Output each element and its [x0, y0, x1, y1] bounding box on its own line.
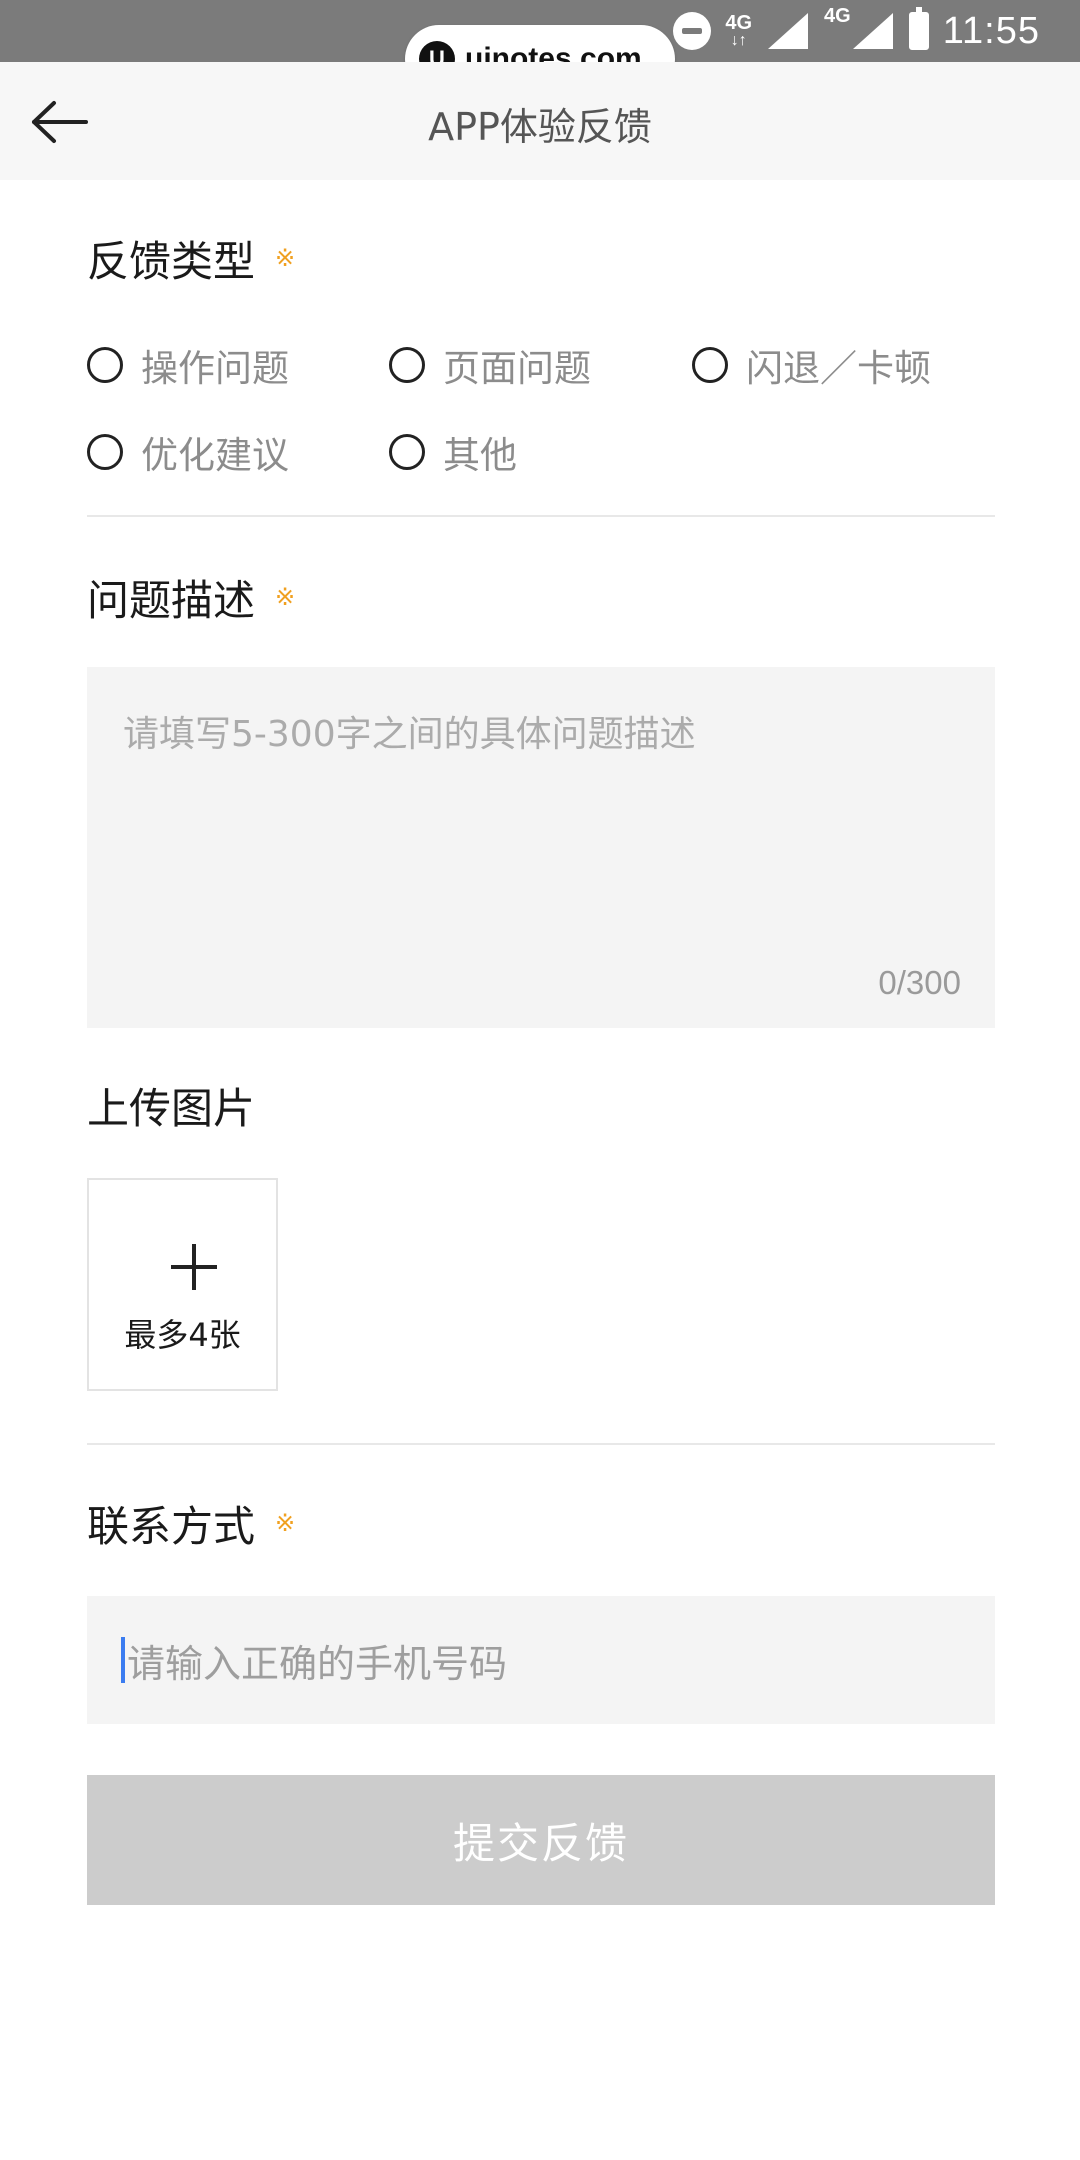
text-caret	[121, 1637, 125, 1683]
radio-label: 闪退／卡顿	[746, 347, 931, 390]
radio-option-suggestion[interactable]: 优化建议	[87, 425, 289, 479]
required-mark: ※	[275, 244, 296, 272]
plus-icon	[171, 1244, 217, 1290]
radio-label: 页面问题	[443, 347, 591, 390]
do-not-disturb-icon	[673, 12, 712, 50]
phone-placeholder: 请输入正确的手机号码	[127, 1641, 508, 1686]
description-title: 问题描述 ※	[87, 567, 295, 628]
signal-icon	[768, 13, 809, 49]
radio-label: 操作问题	[141, 347, 289, 390]
radio-label: 优化建议	[141, 434, 289, 477]
upload-title: 上传图片	[87, 1075, 255, 1136]
radio-circle[interactable]	[692, 347, 728, 383]
description-placeholder: 请填写5-300字之间的具体问题描述	[123, 714, 696, 755]
divider	[87, 515, 995, 517]
add-image-button[interactable]: 最多4张	[87, 1178, 278, 1391]
radio-option-crash[interactable]: 闪退／卡顿	[692, 338, 931, 392]
radio-circle[interactable]	[389, 347, 425, 383]
signal-icon-2	[852, 13, 893, 49]
required-mark: ※	[275, 583, 296, 611]
radio-circle[interactable]	[87, 434, 123, 470]
radio-circle[interactable]	[87, 347, 123, 383]
network-type-1: 4G ↓↑	[725, 13, 752, 49]
battery-icon	[908, 7, 929, 50]
required-mark: ※	[275, 1509, 296, 1537]
upload-label: 上传图片	[87, 1084, 256, 1133]
radio-option-operation[interactable]: 操作问题	[87, 338, 289, 392]
divider	[87, 1443, 995, 1445]
submit-button[interactable]: 提交反馈	[87, 1775, 995, 1905]
status-icons: 4G ↓↑ 4G 11:55	[673, 0, 1040, 62]
radio-label: 其他	[443, 434, 517, 477]
radio-circle[interactable]	[389, 434, 425, 470]
description-label: 问题描述	[87, 576, 256, 625]
page-title: APP体验反馈	[428, 105, 652, 149]
data-arrows-icon: ↓↑	[730, 32, 747, 49]
network-label-1: 4G	[725, 12, 753, 34]
network-type-2: 4G	[824, 6, 851, 26]
phone-input[interactable]: 请输入正确的手机号码	[87, 1596, 995, 1724]
description-textarea[interactable]: 请填写5-300字之间的具体问题描述 0/300	[87, 667, 995, 1028]
contact-label: 联系方式	[87, 1502, 256, 1551]
upload-limit-label: 最多4张	[124, 1316, 241, 1354]
clock: 11:55	[942, 9, 1040, 52]
char-counter: 0/300	[878, 964, 961, 1001]
network-label-2: 4G	[824, 5, 851, 27]
nav-bar: APP体验反馈	[0, 62, 1080, 180]
radio-option-other[interactable]: 其他	[389, 425, 517, 479]
radio-option-page[interactable]: 页面问题	[389, 338, 591, 392]
contact-title: 联系方式 ※	[87, 1493, 295, 1554]
feedback-type-title: 反馈类型 ※	[87, 228, 295, 289]
feedback-type-label: 反馈类型	[87, 237, 256, 286]
